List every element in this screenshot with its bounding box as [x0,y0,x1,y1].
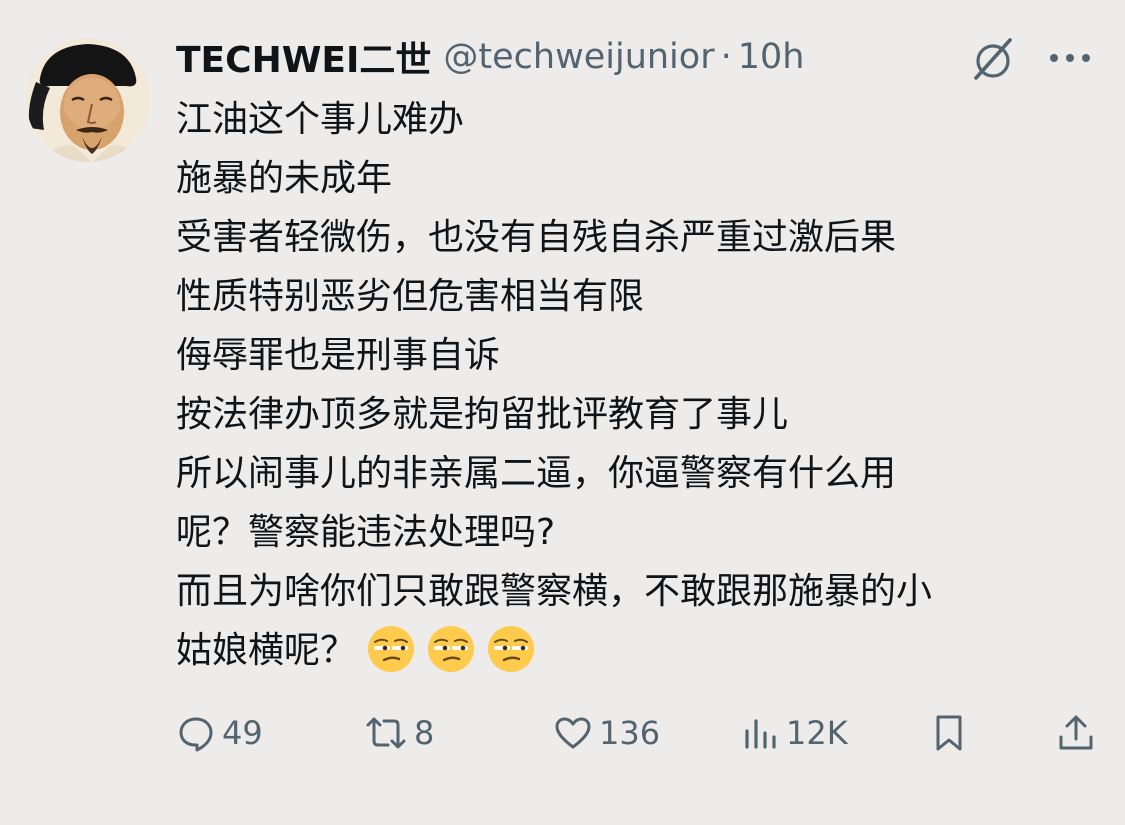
like-count: 136 [599,714,661,752]
like-button[interactable]: 136 [553,705,660,761]
action-bar: 49 8 136 12K [176,705,1106,761]
share-button[interactable] [1056,705,1096,761]
repost-button[interactable]: 8 [364,705,434,761]
reply-count: 49 [222,714,263,752]
author-handle[interactable]: @techweijunior [443,37,714,77]
repost-count: 8 [414,714,435,752]
unamused-face-icon [488,626,535,672]
unamused-face-icon [368,626,415,672]
views-button[interactable]: 12K [742,705,848,761]
portrait-avatar-icon [26,38,150,162]
separator: · [720,37,732,77]
post-text-line: 施暴的未成年 [176,158,393,199]
post-text-line: 按法律办顶多就是拘留批评教育了事儿 [176,394,789,435]
more-button[interactable] [1046,38,1094,78]
like-icon [555,717,591,749]
post-text-line: 所以闹事儿的非亲属二逼，你逼警察有什么用 [176,453,897,494]
post-text-line: 姑娘横呢？ [176,630,357,671]
grok-button[interactable] [966,32,1020,86]
post-time[interactable]: 10h [738,37,805,77]
reply-icon [179,717,213,752]
views-count: 12K [786,714,848,752]
post-text-line: 性质特别恶劣但危害相当有限 [176,276,645,317]
avatar[interactable] [26,38,150,162]
grok-icon [974,38,1012,80]
repost-icon [366,717,406,749]
post-text-line: 江油这个事儿难办 [176,99,465,140]
post-text-last-line: 姑娘横呢？ [176,621,1106,680]
post-text: 江油这个事儿难办 施暴的未成年 受害者轻微伤，也没有自残自杀严重过激后果 性质特… [176,90,1106,680]
bookmark-button[interactable] [929,705,969,761]
post-text-line: 呢？警察能违法处理吗? [176,512,556,553]
views-icon [745,719,776,749]
post-text-line: 而且为啥你们只敢跟警察横，不敢跟那施暴的小 [176,571,933,612]
unamused-face-icon [428,626,475,672]
post-text-line: 受害者轻微伤，也没有自残自杀严重过激后果 [176,217,897,258]
author-name[interactable]: TECHWEI二世 [176,31,431,83]
share-icon [1059,715,1093,750]
more-icon [1050,54,1090,62]
bookmark-icon [936,715,962,751]
post-text-line: 侮辱罪也是刑事自诉 [176,335,501,376]
post-header: TECHWEI二世 @techweijunior · 10h [176,28,876,86]
reply-button[interactable]: 49 [176,705,263,761]
